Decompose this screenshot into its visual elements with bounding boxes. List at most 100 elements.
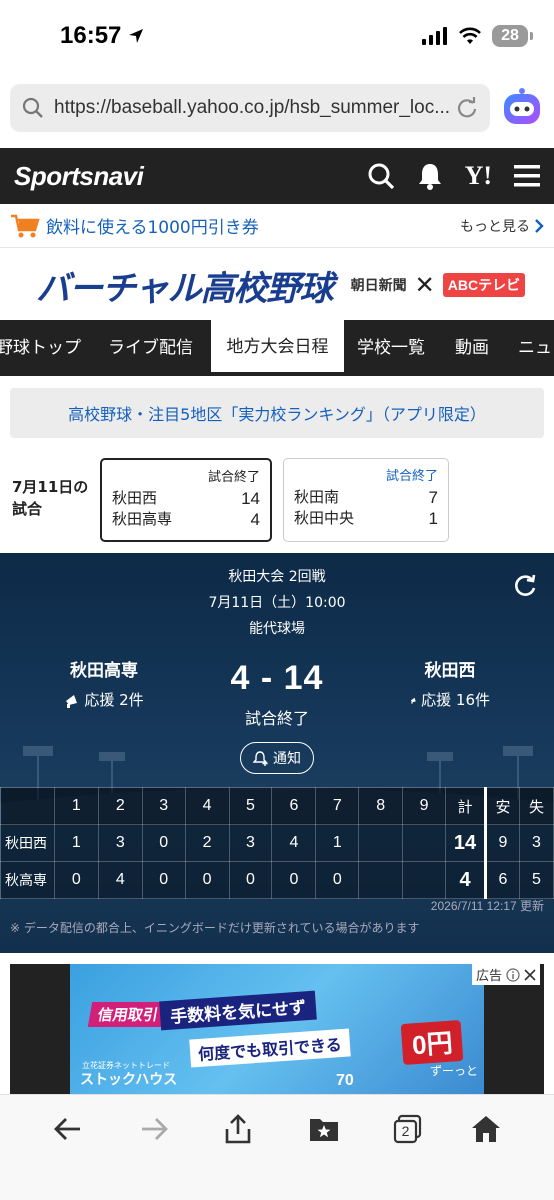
status-time: 16:57 [60,22,122,49]
tabs-icon[interactable]: 2 [392,1113,424,1145]
banner-title: バーチャル高校野球 [36,268,334,309]
banner-partner-asahi: 朝日新聞 [350,278,407,294]
inning-cell [402,861,447,899]
screen: 16:57 28 https://baseball.yahoo.co.jp/hs… [0,0,554,1200]
back-arrow-icon[interactable] [52,1113,84,1145]
reload-icon[interactable] [456,97,478,119]
tab-baseball-top[interactable]: 野球トップ [0,320,81,376]
team-row: 秋田西 1 3 0 2 3 4 1 14 9 3 [0,824,554,862]
inning-header-cell: 1 [53,787,99,825]
game-card-score: 1 [428,509,438,528]
ad-price: 0円 [400,1019,464,1066]
total-runs: 4 [445,861,488,899]
inning-cell: 1 [315,824,360,862]
inning-header-cell: 4 [184,787,230,825]
tab-videos[interactable]: 動画 [455,320,489,376]
game-card-row: 秋田中央 1 [294,508,438,529]
inning-cell: 0 [184,861,230,899]
game-card-team: 秋田南 [294,488,340,506]
chevron-right-icon [535,218,544,233]
games-date-line1: 7月11日の [12,478,89,496]
tab-regional-schedule[interactable]: 地方大会日程 [211,320,344,376]
inning-header-cell: 6 [271,787,317,825]
info-icon[interactable] [506,967,520,982]
notify-button[interactable]: 通知 [240,742,314,774]
inning-cell: 0 [53,861,99,899]
game-card-row: 秋田西 14 [112,488,260,509]
inning-cell: 0 [271,861,317,899]
site-logo[interactable]: Sportsnavi [14,161,144,192]
close-icon[interactable] [524,968,536,981]
hits-header: 安 [485,787,520,825]
team-row: 秋高専 0 4 0 0 0 0 0 4 6 5 [0,861,554,899]
errors-cell: 5 [518,861,554,899]
url-bar[interactable]: https://baseball.yahoo.co.jp/hsb_summer_… [10,84,490,132]
errors-header: 失 [518,787,554,825]
match-scoreboard: 秋田大会 2回戦 7月11日（土）10:00 能代球場 秋田高専 応援 2件 4… [0,553,554,953]
assistant-bot-icon[interactable] [500,86,544,130]
inning-header-cell: 7 [315,787,360,825]
away-team[interactable]: 秋田西 応援 16件 [410,656,490,710]
ad-badge[interactable]: 広告 [471,964,540,985]
away-cheer-count: 応援 16件 [421,691,490,709]
hits-cell: 6 [485,861,520,899]
virtual-koshien-banner[interactable]: バーチャル高校野球 朝日新聞 ✕ ABCテレビ [0,250,554,320]
forward-arrow-icon[interactable] [138,1113,170,1145]
team-row-name: 秋田西 [0,824,55,862]
header-icons: Y! [367,161,540,191]
away-team-name: 秋田西 [424,661,476,681]
share-icon[interactable] [222,1113,254,1145]
inning-cell [358,824,404,862]
ad-line3: 何度でも取引できる [189,1028,351,1068]
promo-bar[interactable]: 飲料に使える1000円引き券 もっと見る [0,204,554,248]
inning-table: 1 2 3 4 5 6 7 8 9 計 安 失 秋田西 1 3 0 2 3 4 [0,787,554,899]
game-card-row: 秋田南 7 [294,487,438,508]
total-runs: 14 [445,824,488,862]
ad-line2: 手数料を気にせず [159,990,317,1031]
menu-icon[interactable] [514,165,540,187]
inning-cell: 4 [271,824,317,862]
game-card[interactable]: 試合終了 秋田南 7 秋田中央 1 [283,458,449,542]
location-arrow-icon [129,29,144,43]
search-icon[interactable] [367,162,395,190]
notify-label: 通知 [273,751,301,767]
bell-icon[interactable] [417,162,443,190]
data-disclaimer: ※ データ配信の都合上、イニングボードだけ更新されている場合があります [10,921,420,935]
away-cheer[interactable]: 応援 16件 [410,689,490,710]
match-date: 7月11日（土）10:00 [208,595,346,611]
inning-header-cell [0,787,55,825]
category-nav: 野球トップ ライブ配信 地方大会日程 学校一覧 動画 ニュ [0,320,554,376]
game-card-team: 秋田中央 [294,509,355,527]
ad-line1: 信用取引 [87,1002,169,1027]
ad-creative[interactable]: 信用取引 手数料を気にせず 何度でも取引できる 0円 ずーっと 立花証券ネットト… [70,964,484,1094]
banner-separator: ✕ [414,271,435,299]
home-icon[interactable] [470,1113,502,1145]
bell-plus-icon [253,751,268,766]
signal-icon [422,27,447,45]
bookmark-folder-icon[interactable] [308,1113,340,1145]
ranking-notice-link[interactable]: 高校野球・注目5地区「実力校ランキング」（アプリ限定） [10,388,544,438]
tab-live[interactable]: ライブ配信 [108,320,193,376]
inning-cell: 0 [141,824,186,862]
team-row-name: 秋高専 [0,861,55,899]
game-card-status: 試合終了 [385,469,438,484]
ad-price-sub: ずーっと [430,1064,479,1078]
url-text[interactable]: https://baseball.yahoo.co.jp/hsb_summer_… [54,97,456,119]
game-card-team: 秋田西 [112,489,158,507]
inning-cell: 1 [53,824,99,862]
wifi-icon [459,27,481,44]
status-indicators: 28 [422,25,533,47]
tab-schools[interactable]: 学校一覧 [357,320,425,376]
tab-news[interactable]: ニュ [518,320,552,376]
errors-cell: 3 [518,824,554,862]
promo-more-label: もっと見る [460,218,530,235]
game-card-score: 4 [250,510,260,529]
ad-number: 70 [336,1072,354,1089]
promo-more-link[interactable]: もっと見る [460,216,544,236]
cart-icon [11,214,40,237]
promo-text[interactable]: 飲料に使える1000円引き券 [46,213,259,238]
advertisement[interactable]: 信用取引 手数料を気にせず 何度でも取引できる 0円 ずーっと 立花証券ネットト… [10,964,544,1094]
yahoo-japan-icon[interactable]: Y! [465,161,492,191]
game-card-selected[interactable]: 試合終了 秋田西 14 秋田高専 4 [100,458,272,542]
status-bar: 16:57 28 [0,0,554,72]
